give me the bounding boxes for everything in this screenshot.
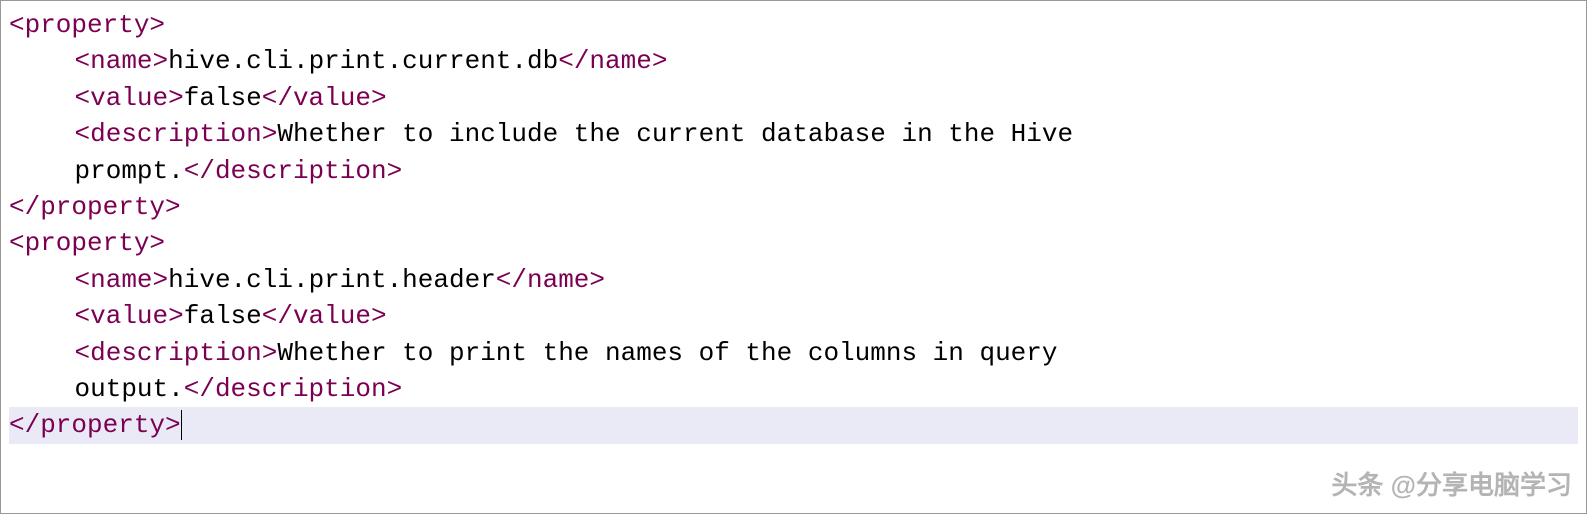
- watermark-text: 头条 @分享电脑学习: [1331, 467, 1572, 503]
- xml-tag: </property>: [9, 410, 181, 440]
- code-line: <property>: [9, 225, 1578, 261]
- xml-text: false: [184, 301, 262, 331]
- code-line: <description>Whether to include the curr…: [9, 116, 1578, 152]
- code-line: prompt.</description>: [9, 153, 1578, 189]
- code-line: output.</description>: [9, 371, 1578, 407]
- xml-text: hive.cli.print.header: [168, 265, 496, 295]
- xml-tag: </value>: [262, 301, 387, 331]
- xml-tag: <description>: [75, 338, 278, 368]
- code-line: </property>: [9, 189, 1578, 225]
- xml-tag: </description>: [184, 374, 402, 404]
- xml-tag: <description>: [75, 119, 278, 149]
- code-editor-panel: <property> <name>hive.cli.print.current.…: [0, 0, 1587, 514]
- code-line: <value>false</value>: [9, 80, 1578, 116]
- xml-text: output.: [75, 374, 184, 404]
- xml-tag: <property>: [9, 10, 165, 40]
- xml-tag: </value>: [262, 83, 387, 113]
- code-line: <description>Whether to print the names …: [9, 335, 1578, 371]
- xml-tag: <name>: [75, 265, 169, 295]
- xml-tag: </description>: [184, 156, 402, 186]
- xml-tag: <property>: [9, 228, 165, 258]
- xml-tag: </name>: [558, 46, 667, 76]
- xml-tag: <name>: [75, 46, 169, 76]
- code-line: <name>hive.cli.print.header</name>: [9, 262, 1578, 298]
- xml-text: false: [184, 83, 262, 113]
- xml-text: Whether to include the current database …: [277, 119, 1073, 149]
- code-line: <property>: [9, 7, 1578, 43]
- xml-tag: <value>: [75, 83, 184, 113]
- code-line: <name>hive.cli.print.current.db</name>: [9, 43, 1578, 79]
- text-cursor: [181, 410, 182, 440]
- xml-tag: <value>: [75, 301, 184, 331]
- xml-text: Whether to print the names of the column…: [277, 338, 1057, 368]
- current-line: </property>: [9, 407, 1578, 443]
- xml-tag: </property>: [9, 192, 181, 222]
- code-line: <value>false</value>: [9, 298, 1578, 334]
- xml-tag: </name>: [496, 265, 605, 295]
- xml-text: prompt.: [75, 156, 184, 186]
- xml-text: hive.cli.print.current.db: [168, 46, 558, 76]
